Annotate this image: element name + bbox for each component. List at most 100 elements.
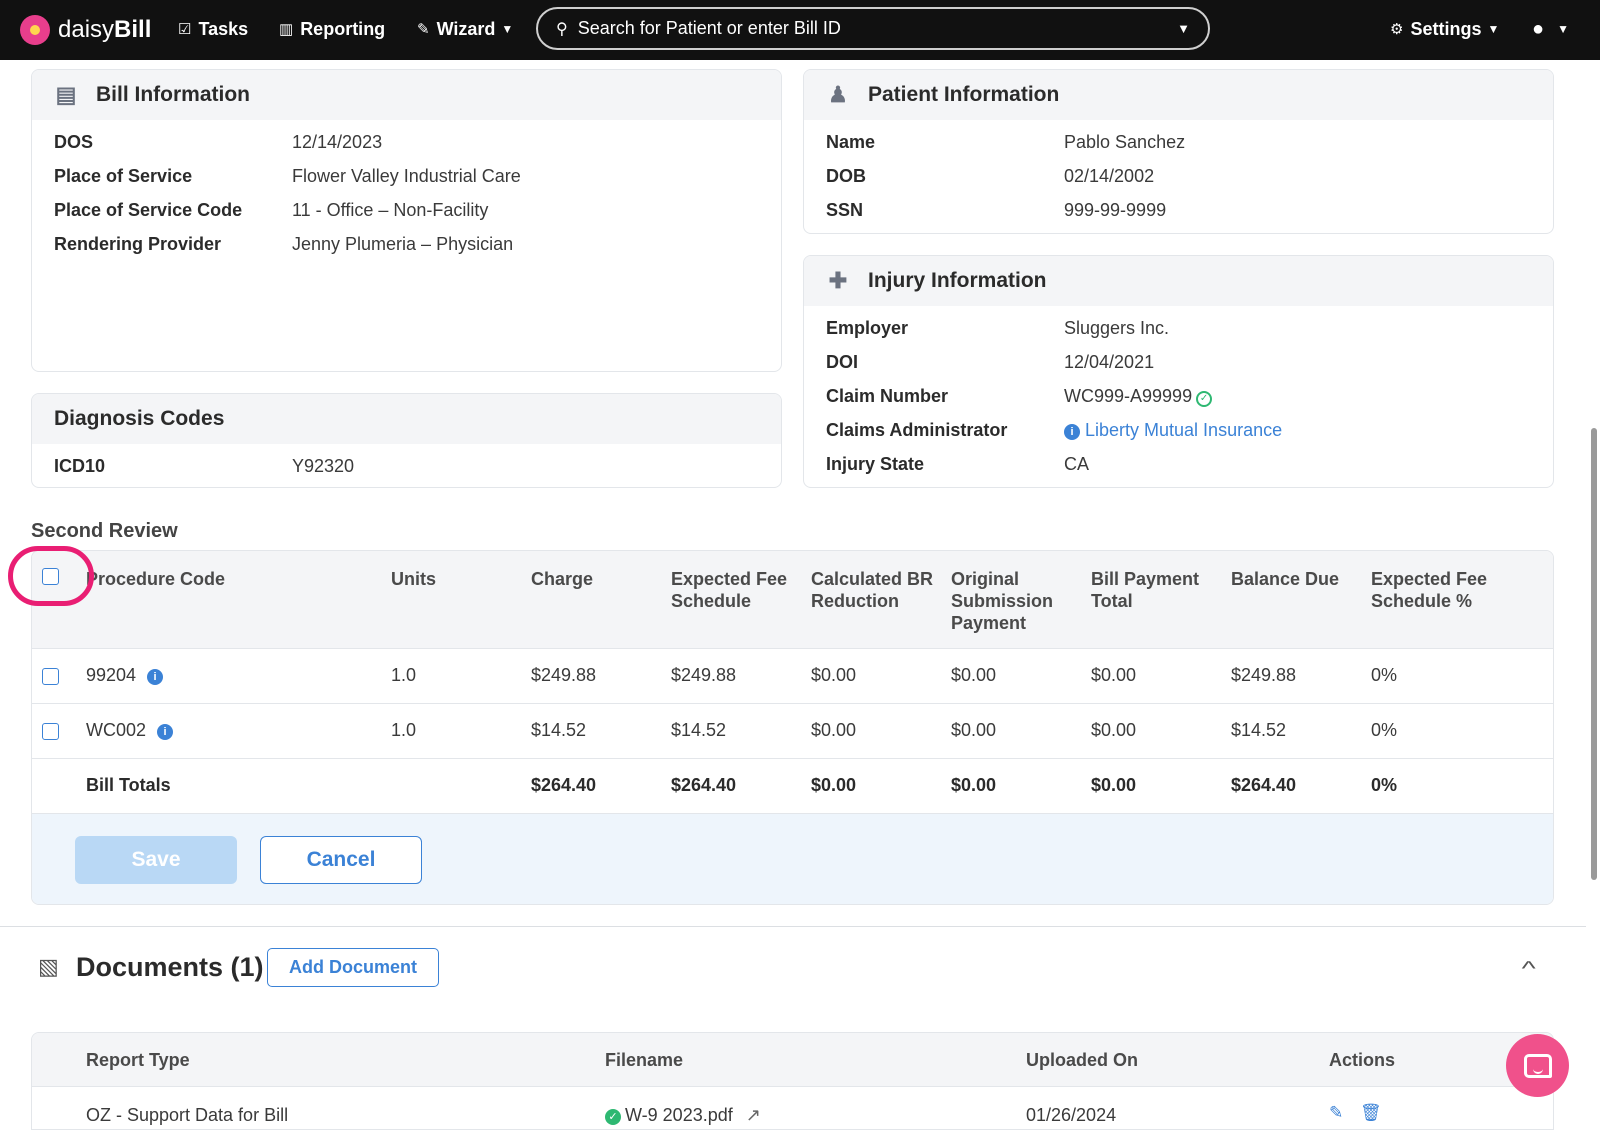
cell-br-reduction: $0.00 xyxy=(811,665,857,685)
documents-table: Report Type Filename Uploaded On Actions… xyxy=(31,1032,1554,1130)
panel-header: ✚ Injury Information xyxy=(804,256,1553,306)
column-header: Uploaded On xyxy=(1026,1050,1138,1070)
table-header: Procedure Code Units Charge Expected Fee… xyxy=(32,551,1553,649)
row-checkbox[interactable] xyxy=(42,723,59,740)
second-review-table: Procedure Code Units Charge Expected Fee… xyxy=(31,550,1554,905)
bar-chart-icon: ▥ xyxy=(279,21,294,38)
verified-check-icon: ✓ xyxy=(1196,391,1213,407)
column-header[interactable]: Charge xyxy=(531,568,593,590)
info-row: Place of Service Code 11 - Office – Non-F… xyxy=(54,200,489,220)
total-expected-fee: $264.40 xyxy=(671,775,737,795)
info-row: Rendering Provider Jenny Plumeria – Physi… xyxy=(54,234,514,254)
column-header[interactable]: Expected Fee Schedule xyxy=(671,568,796,612)
gear-icon: ⚙ xyxy=(1390,21,1404,38)
pdf-file-icon: ▧ xyxy=(38,954,59,979)
column-header[interactable]: Procedure Code xyxy=(86,568,225,590)
invoice-dollar-icon: ▤ xyxy=(55,82,77,107)
edit-pencil-icon[interactable]: ✎ xyxy=(1329,1103,1343,1123)
info-row: Claims Administrator i Liberty Mutual Insu… xyxy=(826,420,1283,441)
procedure-code: 99204 xyxy=(86,665,137,685)
info-icon: i xyxy=(1064,424,1080,440)
column-header[interactable]: Calculated BR Reduction xyxy=(811,568,936,612)
cell-expected-fee-pct: 0% xyxy=(1371,665,1398,685)
cancel-button[interactable]: Cancel xyxy=(260,836,422,884)
chevron-down-icon: ▼ xyxy=(1557,22,1569,36)
panel-header: ♟ Patient Information xyxy=(804,70,1553,120)
column-header[interactable]: Bill Payment Total xyxy=(1091,568,1216,612)
total-br-reduction: $0.00 xyxy=(811,775,857,795)
save-button[interactable]: Save xyxy=(75,836,237,884)
info-icon[interactable]: i xyxy=(157,724,174,740)
trash-icon[interactable]: 🗑 xyxy=(1360,1103,1382,1123)
claims-administrator-link[interactable]: i Liberty Mutual Insurance xyxy=(1064,420,1282,441)
cell-balance-due: $249.88 xyxy=(1231,665,1297,685)
filename-link[interactable]: ✓ W-9 2023.pdf ↗ xyxy=(605,1105,761,1126)
patient-search[interactable]: ⚲ ▼ xyxy=(536,7,1210,50)
info-row: DOB 02/14/2002 xyxy=(826,166,1155,186)
column-header[interactable]: Units xyxy=(391,568,436,590)
nav-wizard[interactable]: ✎ Wizard ▼ xyxy=(417,14,513,44)
cell-expected-fee: $249.88 xyxy=(671,665,737,685)
patient-information-panel: ♟ Patient Information Name Pablo Sanchez … xyxy=(803,69,1554,234)
cell-bill-payment-total: $0.00 xyxy=(1091,720,1137,740)
bill-information-panel: ▤ Bill Information DOS 12/14/2023 Place o… xyxy=(31,69,782,372)
nav-tasks[interactable]: ☑ Tasks xyxy=(178,14,248,44)
info-icon[interactable]: i xyxy=(147,669,164,685)
nav-reporting[interactable]: ▥ Reporting xyxy=(279,14,385,44)
totals-label: Bill Totals xyxy=(86,775,171,795)
logo-text: daisyBill xyxy=(58,16,152,43)
daisy-flower-icon xyxy=(20,15,50,45)
search-input[interactable] xyxy=(577,18,1178,39)
cell-bill-payment-total: $0.00 xyxy=(1091,665,1137,685)
search-icon: ⚲ xyxy=(556,20,568,38)
column-header[interactable]: Expected Fee Schedule % xyxy=(1371,568,1511,612)
row-checkbox[interactable] xyxy=(42,668,59,685)
select-all-checkbox[interactable] xyxy=(42,568,59,585)
bandage-icon: ✚ xyxy=(828,268,848,293)
daisybill-logo[interactable]: daisyBill xyxy=(20,12,151,48)
table-row: WC002 i 1.0 $14.52 $14.52 $0.00 $0.00 $0… xyxy=(32,704,1553,759)
info-row: Name Pablo Sanchez xyxy=(826,132,1186,152)
section-divider xyxy=(0,926,1586,927)
total-charge: $264.40 xyxy=(531,775,597,795)
scrollbar[interactable] xyxy=(1591,428,1597,880)
info-row: Place of Service Flower Valley Industrial… xyxy=(54,166,521,186)
patient-icon: ♟ xyxy=(828,82,848,107)
add-document-button[interactable]: Add Document xyxy=(267,948,439,987)
info-row: DOI 12/04/2021 xyxy=(826,352,1155,372)
cell-br-reduction: $0.00 xyxy=(811,720,857,740)
external-link-icon[interactable]: ↗ xyxy=(746,1105,761,1125)
panel-title: Bill Information xyxy=(96,83,250,106)
procedure-code: WC002 xyxy=(86,720,147,740)
total-original-payment: $0.00 xyxy=(951,775,997,795)
top-navbar: daisyBill ☑Tasks ▥Reporting ✎Wizard▼ ⚲ ▼… xyxy=(0,0,1600,60)
cell-balance-due: $14.52 xyxy=(1231,720,1287,740)
second-review-title: Second Review xyxy=(31,520,178,542)
chevron-down-icon: ▼ xyxy=(1487,22,1500,36)
chevron-down-icon: ▼ xyxy=(501,22,514,36)
nav-settings[interactable]: ⚙ Settings ▼ xyxy=(1390,14,1499,44)
table-header: Report Type Filename Uploaded On Actions xyxy=(32,1033,1553,1087)
info-row: DOS 12/14/2023 xyxy=(54,132,383,152)
chat-launcher-button[interactable] xyxy=(1506,1034,1569,1097)
column-header: Report Type xyxy=(86,1050,190,1070)
column-header[interactable]: Original Submission Payment xyxy=(951,568,1061,634)
chevron-up-icon[interactable]: ^ xyxy=(1522,958,1536,981)
form-actions: Save Cancel xyxy=(32,814,1553,904)
report-type: OZ - Support Data for Bill xyxy=(86,1105,289,1125)
panel-title: Patient Information xyxy=(868,83,1060,106)
cell-units: 1.0 xyxy=(391,665,417,685)
diagnosis-codes-panel: Diagnosis Codes ICD10 Y92320 xyxy=(31,393,782,488)
cell-expected-fee: $14.52 xyxy=(671,720,727,740)
user-menu[interactable]: ● ▼ xyxy=(1532,14,1569,44)
cell-expected-fee-pct: 0% xyxy=(1371,720,1398,740)
panel-header: ▤ Bill Information xyxy=(32,70,781,120)
info-row: Injury State CA xyxy=(826,454,1090,474)
panel-title: Diagnosis Codes xyxy=(54,407,225,430)
total-balance-due: $264.40 xyxy=(1231,775,1297,795)
chevron-down-icon[interactable]: ▼ xyxy=(1177,21,1190,36)
cell-original-payment: $0.00 xyxy=(951,665,997,685)
column-header[interactable]: Balance Due xyxy=(1231,568,1339,590)
user-circle-icon: ● xyxy=(1532,17,1545,40)
injury-information-panel: ✚ Injury Information Employer Sluggers In… xyxy=(803,255,1554,488)
